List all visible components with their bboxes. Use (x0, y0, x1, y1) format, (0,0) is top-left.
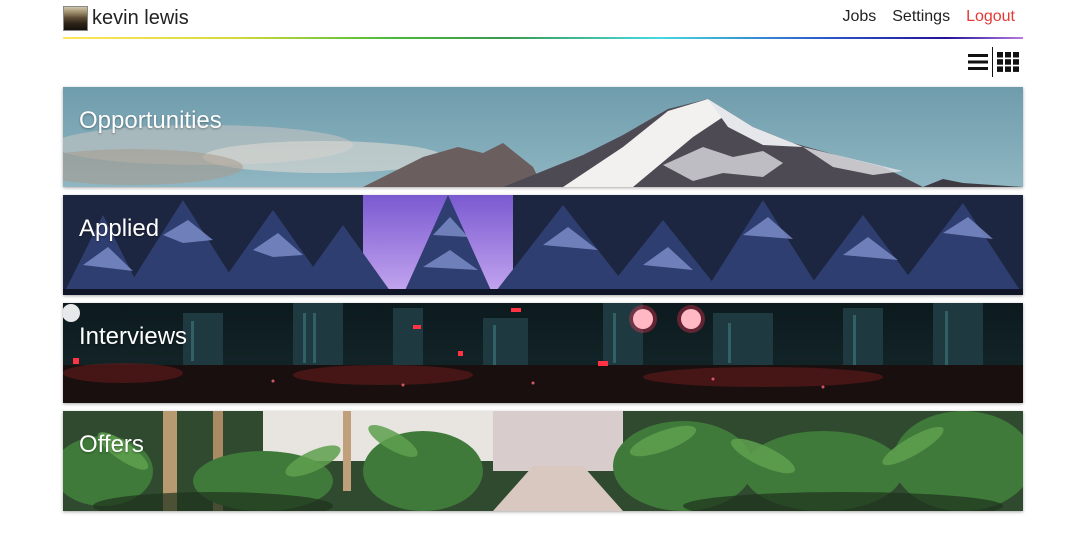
top-navbar: kevin lewis Jobs Settings Logout (63, 0, 1023, 36)
user-brand[interactable]: kevin lewis (63, 6, 189, 31)
card-background-forest (63, 195, 1023, 295)
user-name[interactable]: kevin lewis (92, 7, 189, 30)
page: kevin lewis Jobs Settings Logout Opportu… (63, 0, 1023, 511)
view-toggle-divider (992, 47, 993, 77)
card-background-mountain (63, 87, 1023, 187)
card-background-city (63, 303, 1023, 403)
card-interviews[interactable]: Interviews (63, 303, 1023, 403)
nav-settings-link[interactable]: Settings (892, 8, 950, 26)
card-opportunities[interactable]: Opportunities (63, 87, 1023, 187)
list-view-button[interactable] (967, 51, 989, 73)
card-title: Opportunities (79, 107, 222, 134)
main-nav: Jobs Settings Logout (842, 8, 1015, 26)
card-background-greenhouse (63, 411, 1023, 511)
view-toggle (967, 47, 1020, 77)
card-title: Applied (79, 215, 160, 242)
nav-jobs-link[interactable]: Jobs (842, 8, 876, 26)
card-offers[interactable]: Offers (63, 411, 1023, 511)
grid-view-button[interactable] (996, 51, 1020, 73)
rainbow-divider (63, 37, 1023, 39)
card-title: Interviews (79, 323, 188, 350)
card-title: Offers (79, 431, 144, 458)
avatar[interactable] (63, 6, 88, 31)
nav-logout-link[interactable]: Logout (966, 8, 1015, 26)
card-applied[interactable]: Applied (63, 195, 1023, 295)
grid-icon (997, 52, 1019, 72)
list-icon (968, 54, 988, 70)
